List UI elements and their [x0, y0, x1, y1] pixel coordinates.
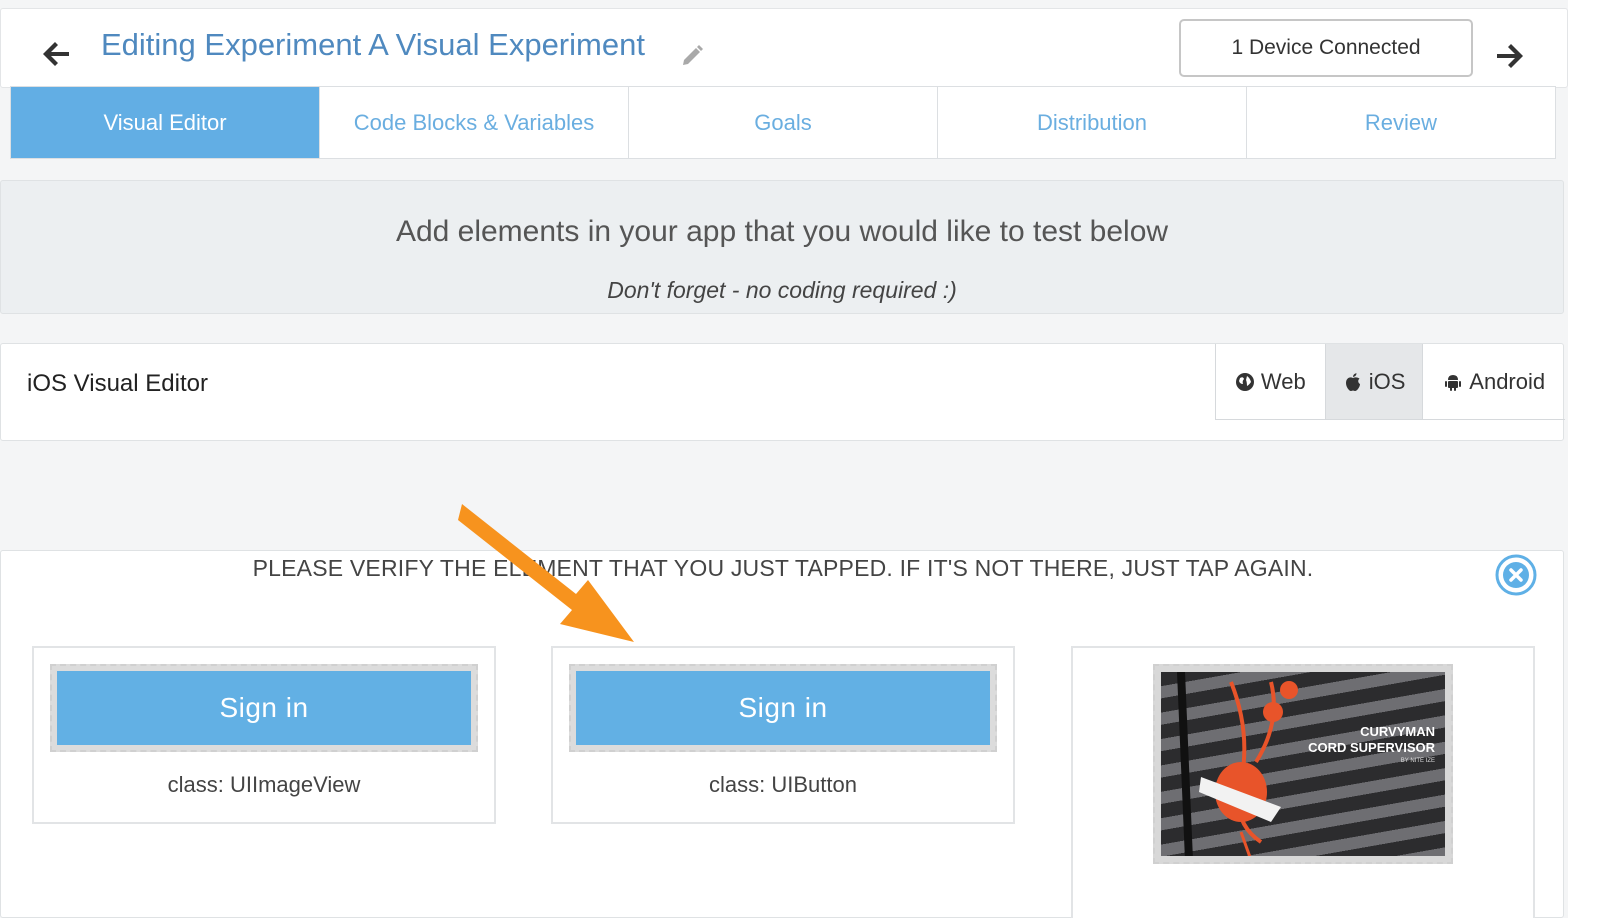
banner-subtitle: Don't forget - no coding required :) [607, 277, 957, 303]
element-class-label: class: UIImageView [167, 772, 361, 797]
instruction-banner: Add elements in your app that you would … [0, 180, 1564, 314]
product-image: CURVYMAN CORD SUPERVISOR BY NITE IZE [1161, 672, 1445, 856]
tab-review[interactable]: Review [1247, 87, 1555, 158]
platform-web-label: Web [1260, 368, 1306, 394]
banner-title: Add elements in your app that you would … [395, 215, 1169, 248]
platform-android-button[interactable]: Android [1423, 344, 1565, 419]
element-preview: Sign in [569, 664, 997, 752]
close-circle-icon[interactable] [1494, 553, 1538, 597]
back-arrow-icon[interactable] [39, 37, 73, 71]
tab-distribution[interactable]: Distribution [938, 87, 1247, 158]
platform-ios-label: iOS [1368, 368, 1406, 394]
experiment-title[interactable]: Editing Experiment A Visual Experiment [101, 27, 645, 63]
platform-web-button[interactable]: Web [1216, 344, 1326, 419]
apple-icon [1345, 372, 1360, 391]
tab-goals[interactable]: Goals [629, 87, 938, 158]
earphones-illustration [1177, 672, 1298, 856]
app-root: Editing Experiment A Visual Experiment 1… [0, 0, 1568, 918]
globe-icon [1235, 372, 1254, 391]
pencil-edit-icon[interactable] [679, 43, 705, 69]
product-text: BY NITE IZE [1400, 758, 1435, 764]
platform-switcher: Web iOS Android [1215, 344, 1565, 420]
element-preview: CURVYMAN CORD SUPERVISOR BY NITE IZE [1153, 664, 1453, 864]
element-candidate-card[interactable]: CURVYMAN CORD SUPERVISOR BY NITE IZE [1071, 646, 1535, 918]
element-candidate-card[interactable]: Sign in class: UIButton [551, 646, 1015, 824]
platform-ios-button[interactable]: iOS [1325, 344, 1424, 419]
forward-arrow-icon[interactable] [1493, 39, 1527, 73]
tab-visual-editor[interactable]: Visual Editor [11, 87, 320, 158]
product-text: CORD SUPERVISOR [1308, 740, 1435, 755]
sign-in-preview: Sign in [57, 671, 471, 745]
product-text: CURVYMAN [1360, 724, 1435, 739]
element-class-label: class: UIButton [709, 772, 857, 797]
element-candidate-card[interactable]: Sign in class: UIImageView [32, 646, 496, 824]
visual-editor-bar: iOS Visual Editor Web iOS Android [0, 343, 1565, 441]
android-icon [1445, 374, 1462, 391]
verify-element-panel: PLEASE VERIFY THE ELEMENT THAT YOU JUST … [0, 550, 1564, 918]
platform-android-label: Android [1469, 368, 1546, 394]
step-tabs: Visual Editor Code Blocks & Variables Go… [10, 86, 1556, 159]
element-preview: Sign in [50, 664, 478, 752]
sign-in-preview: Sign in [576, 671, 990, 745]
verify-message: PLEASE VERIFY THE ELEMENT THAT YOU JUST … [252, 555, 1314, 581]
header-bar: Editing Experiment A Visual Experiment 1… [0, 8, 1568, 88]
device-connected-button[interactable]: 1 Device Connected [1179, 19, 1473, 77]
tab-code-blocks-variables[interactable]: Code Blocks & Variables [320, 87, 629, 158]
editor-title: iOS Visual Editor [27, 370, 208, 397]
